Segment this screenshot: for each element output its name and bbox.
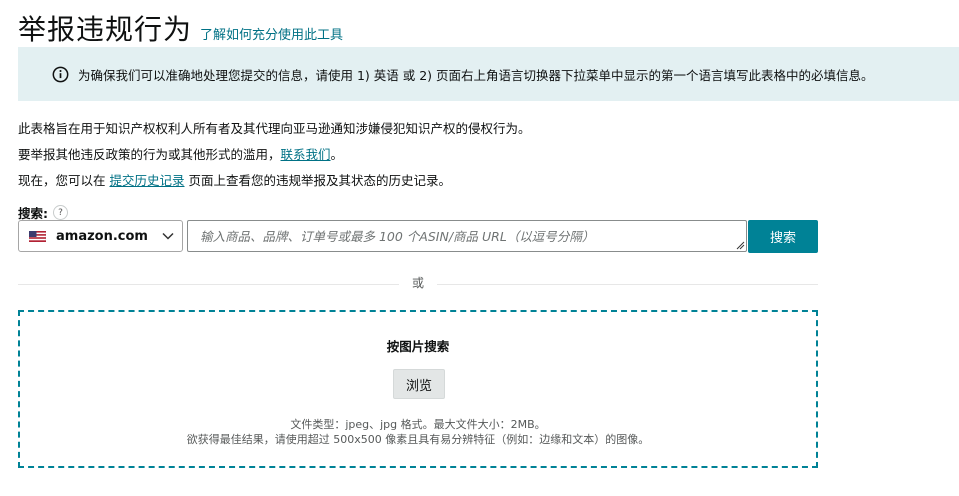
marketplace-label: amazon.com	[56, 228, 148, 244]
image-dropzone[interactable]: 按图片搜索 浏览 文件类型：jpeg、jpg 格式。最大文件大小：2MB。 欲获…	[18, 310, 818, 468]
help-link[interactable]: 了解如何充分使用此工具	[200, 24, 343, 43]
us-flag-icon	[29, 230, 46, 242]
file-type-note: 文件类型：jpeg、jpg 格式。最大文件大小：2MB。	[290, 418, 546, 431]
page-title: 举报违规行为	[18, 13, 193, 46]
info-banner: 为确保我们可以准确地处理您提交的信息，请使用 1) 英语 或 2) 页面右上角语…	[18, 47, 959, 101]
browse-button[interactable]: 浏览	[393, 369, 445, 399]
description-line-2: 要举报其他违反政策的行为或其他形式的滥用，联系我们。	[18, 147, 344, 162]
info-icon	[52, 66, 69, 82]
chevron-down-icon	[162, 232, 174, 240]
search-help-icon[interactable]: ?	[53, 205, 68, 220]
resize-handle-icon[interactable]	[736, 241, 745, 250]
image-search-title: 按图片搜索	[386, 339, 450, 354]
submission-history-link[interactable]: 提交历史记录	[109, 173, 184, 188]
info-banner-text: 为确保我们可以准确地处理您提交的信息，请使用 1) 英语 或 2) 页面右上角语…	[78, 67, 874, 83]
marketplace-select[interactable]: amazon.com	[18, 220, 183, 252]
description-line-3: 现在，您可以在 提交历史记录 页面上查看您的违规举报及其状态的历史记录。	[18, 173, 451, 188]
contact-us-link[interactable]: 联系我们	[281, 147, 331, 162]
or-separator: 或	[399, 274, 437, 291]
header: 举报违规行为 了解如何充分使用此工具	[18, 8, 343, 48]
search-input[interactable]	[187, 220, 747, 252]
search-button[interactable]: 搜索	[748, 220, 818, 253]
description-line-1: 此表格旨在用于知识产权权利人所有者及其代理向亚马逊通知涉嫌侵犯知识产权的侵权行为…	[18, 121, 531, 136]
image-tip-note: 欲获得最佳结果，请使用超过 500x500 像素且具有易分辨特征（例如：边缘和文…	[186, 433, 650, 446]
